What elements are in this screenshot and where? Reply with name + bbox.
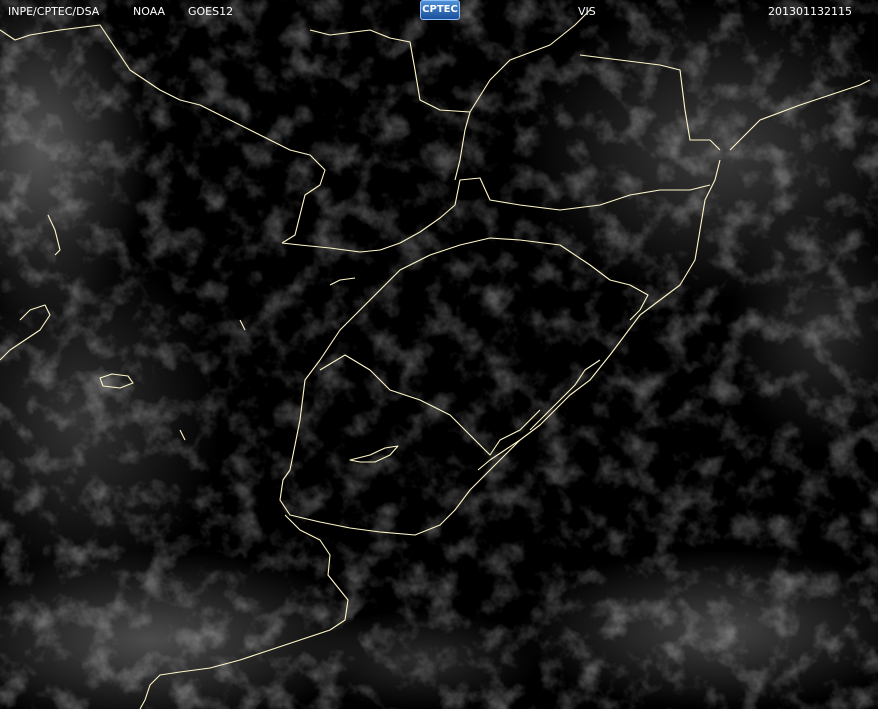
satellite-map: INPE/CPTEC/DSA NOAA GOES12 VIS 201301132…	[0, 0, 878, 709]
header-channel: VIS	[578, 5, 596, 18]
header-agency: INPE/CPTEC/DSA	[8, 5, 100, 18]
header-satellite: GOES12	[188, 5, 233, 18]
cptec-logo-text: CPTEC	[422, 4, 458, 15]
header-source: NOAA	[133, 5, 166, 18]
cptec-logo: CPTEC	[420, 0, 460, 20]
header-timestamp: 201301132115	[768, 5, 852, 18]
cloud-layer	[0, 0, 878, 709]
